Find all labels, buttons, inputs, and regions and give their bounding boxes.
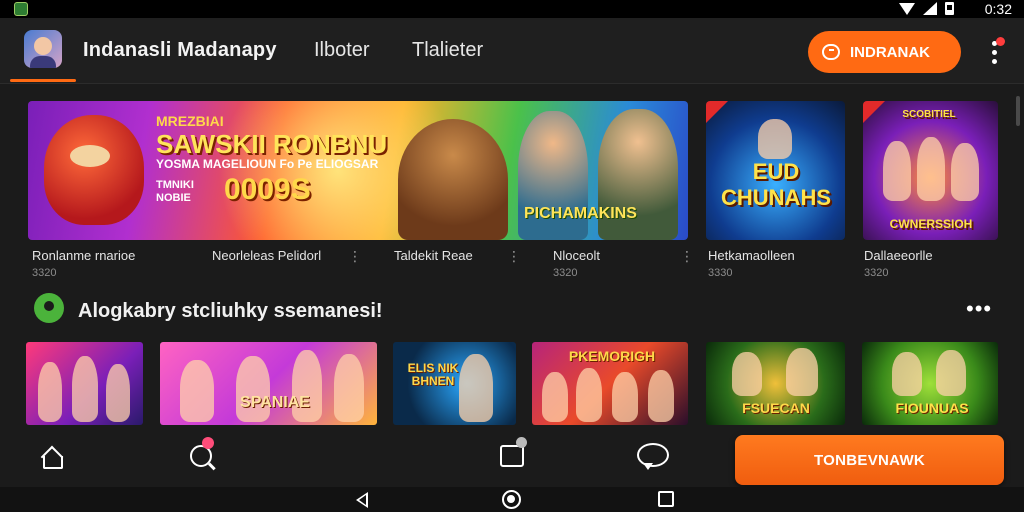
character-image <box>758 119 792 159</box>
game-card[interactable]: FSUECAN <box>706 342 845 425</box>
game-card[interactable]: PKEMORIGH <box>532 342 688 425</box>
list-item[interactable]: Nloceolt 3320 <box>553 248 600 279</box>
share-icon[interactable] <box>500 437 527 467</box>
character-image <box>542 372 568 422</box>
corner-badge <box>706 101 728 123</box>
list-item[interactable]: Neorleleas Pelidorl <box>212 248 321 263</box>
character-image <box>892 352 922 396</box>
character-image <box>786 348 818 396</box>
item-title: Ronlanme rnarioe <box>32 248 136 263</box>
wifi-icon <box>899 2 915 15</box>
battery-icon <box>945 2 954 15</box>
banner-line1: MREZBIAI <box>156 113 224 129</box>
character-image <box>106 364 130 422</box>
game-card[interactable]: ELIS NIK BHNEN <box>393 342 516 425</box>
section-more-icon[interactable]: ••• <box>966 296 992 322</box>
item-subtitle: 3320 <box>32 267 57 279</box>
item-more-icon[interactable]: ⋮ <box>348 248 362 265</box>
character-image <box>648 370 674 422</box>
back-icon[interactable] <box>356 492 368 508</box>
character-image <box>936 350 966 396</box>
character-image <box>334 354 364 422</box>
overflow-menu-icon[interactable] <box>990 37 1005 67</box>
tab-ilboter[interactable]: Ilboter <box>314 39 370 62</box>
game-card[interactable]: FIOUNUAS <box>862 342 998 425</box>
character-image <box>951 143 979 201</box>
item-title: Neorleleas Pelidorl <box>212 248 322 263</box>
home-icon[interactable] <box>40 447 63 469</box>
top-app-bar: Indanasli Madanapy Ilboter Tlalieter IND… <box>0 18 1024 84</box>
game-title: PKEMORIGH <box>568 348 656 364</box>
item-more-icon[interactable]: ⋮ <box>507 248 521 265</box>
top-cta-label: INDRANAK <box>850 43 930 61</box>
app-title: Indanasli Madanapy <box>83 39 277 61</box>
notification-dot <box>516 437 527 448</box>
tab-tlalieter[interactable]: Tlalieter <box>412 39 483 62</box>
item-title: Dallaeeorlle <box>864 248 933 263</box>
character-image <box>459 354 493 422</box>
chat-icon <box>822 44 840 60</box>
item-title: Hetkamaolleen <box>708 248 795 263</box>
app-notification-icon <box>14 2 28 16</box>
character-image <box>732 352 762 396</box>
top-cta-button[interactable]: INDRANAK <box>808 31 961 73</box>
list-item[interactable]: Hetkamaolleen 3330 <box>708 248 795 279</box>
character-image <box>576 368 602 422</box>
notification-dot <box>202 437 214 449</box>
item-title: Taldekit Reae <box>394 248 473 263</box>
corner-badge <box>863 101 885 123</box>
character-image <box>612 372 638 422</box>
notification-dot <box>996 37 1005 46</box>
active-tab-indicator <box>10 79 76 82</box>
banner-tag: PICHAMAKINS <box>524 205 637 222</box>
character-image <box>883 141 911 201</box>
list-item[interactable]: Ronlanme rnarioe 3320 <box>32 248 135 279</box>
avatar[interactable] <box>24 30 62 68</box>
banner-small-text: TMNIKI NOBIE <box>156 179 194 204</box>
item-subtitle: 3330 <box>708 267 733 279</box>
home-button-icon[interactable] <box>502 490 521 509</box>
item-subtitle: 3320 <box>864 267 889 279</box>
game-title: ELIS NIK BHNEN <box>407 361 459 388</box>
featured-banner[interactable]: MREZBIAI SAWSKII RONBNU YOSMA MAGELIOUN … <box>28 101 688 240</box>
search-icon[interactable] <box>190 437 214 467</box>
banner-headline: SAWSKII RONBNU <box>156 129 388 159</box>
status-icons <box>899 2 954 15</box>
banner-hero-image <box>398 119 508 240</box>
list-item[interactable]: Taldekit Reae <box>394 248 473 263</box>
game-title: FSUECAN <box>742 400 810 416</box>
character-image <box>180 360 214 422</box>
section-chat-icon <box>34 293 64 323</box>
banner-amount: 0009S <box>224 173 311 206</box>
signal-icon <box>923 2 937 15</box>
banner-mascot-image <box>44 115 144 225</box>
banner-subline: YOSMA MAGELIOUN Fo Pe ELIOGSAR <box>156 157 379 171</box>
recent-apps-icon[interactable] <box>658 491 674 507</box>
character-image <box>917 137 945 201</box>
thumbnail-top-text: SCOBITIEL <box>902 109 956 120</box>
item-title: Nloceolt <box>553 248 600 263</box>
chat-icon[interactable] <box>637 443 669 470</box>
thumbnail-title: CWNERSSIOH <box>889 217 973 231</box>
list-item[interactable]: Dallaeeorlle 3320 <box>864 248 933 279</box>
character-image <box>72 356 98 422</box>
game-card[interactable] <box>26 342 143 425</box>
character-image <box>236 356 270 422</box>
status-bar: 0:32 <box>0 0 1024 18</box>
game-card[interactable]: SPANIAE <box>160 342 377 425</box>
section-title: Alogkabry stcliuhky ssemanesi! <box>78 300 383 322</box>
featured-thumbnail[interactable]: SCOBITIEL CWNERSSIOH <box>863 101 998 240</box>
scrollbar[interactable] <box>1016 96 1020 126</box>
thumbnail-title: EUD CHUNAHS <box>721 159 831 210</box>
status-time: 0:32 <box>984 1 1012 17</box>
bottom-cta-button[interactable]: TONBEVNAWK <box>735 435 1004 485</box>
item-subtitle: 3320 <box>553 267 578 279</box>
system-nav-bar <box>0 487 1024 512</box>
item-more-icon[interactable]: ⋮ <box>680 248 694 265</box>
game-title: FIOUNUAS <box>895 400 969 416</box>
game-title: SPANIAE <box>240 394 310 411</box>
character-image <box>38 362 62 422</box>
featured-thumbnail[interactable]: EUD CHUNAHS <box>706 101 845 240</box>
